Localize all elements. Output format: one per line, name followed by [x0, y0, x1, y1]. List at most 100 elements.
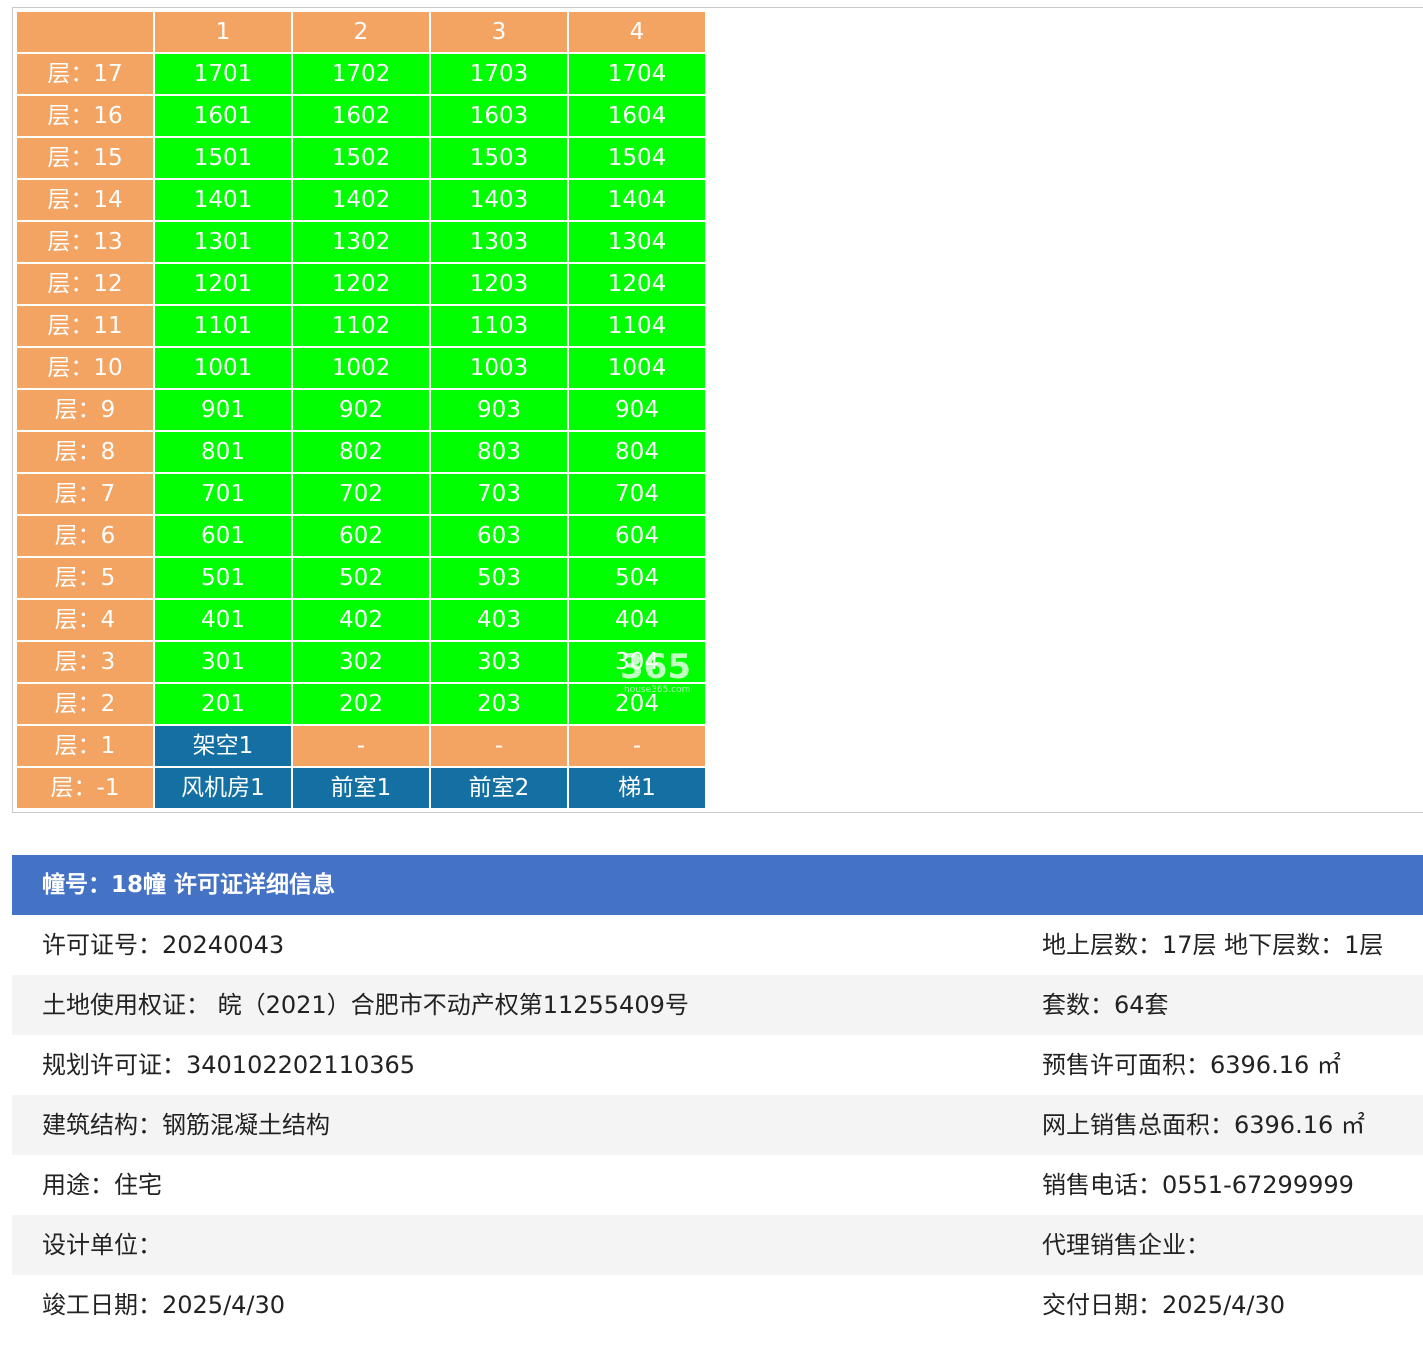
info-row: 许可证号：20240043 地上层数：17层 地下层数：1层	[12, 915, 1423, 975]
info-left-field: 竣工日期：2025/4/30	[42, 1291, 286, 1319]
unit-cell[interactable]: 303	[431, 642, 567, 682]
unit-cell[interactable]: 1703	[431, 54, 567, 94]
unit-cell[interactable]: 1103	[431, 306, 567, 346]
unit-cell[interactable]: 504	[569, 558, 705, 598]
unit-cell[interactable]: 1302	[293, 222, 429, 262]
unit-cell[interactable]: 1402	[293, 180, 429, 220]
unit-cell[interactable]: 402	[293, 600, 429, 640]
unit-cell[interactable]: 1602	[293, 96, 429, 136]
unit-cell[interactable]: 304	[569, 642, 705, 682]
unit-cell[interactable]: 1603	[431, 96, 567, 136]
unit-cell[interactable]: 1104	[569, 306, 705, 346]
empty-cell: -	[431, 726, 567, 766]
floor-row: 层：-1 风机房1 前室1 前室2 梯1	[17, 768, 705, 808]
info-row: 规划许可证：340102202110365 预售许可面积：6396.16 ㎡	[12, 1035, 1423, 1095]
unit-cell[interactable]: 203	[431, 684, 567, 724]
unit-cell[interactable]: 501	[155, 558, 291, 598]
unit-cell[interactable]: 803	[431, 432, 567, 472]
floor-row: 层：4 401 402 403 404	[17, 600, 705, 640]
floor-label: 层：16	[17, 96, 153, 136]
unit-cell[interactable]: 1101	[155, 306, 291, 346]
unit-cell[interactable]: 401	[155, 600, 291, 640]
floor-label: 层：13	[17, 222, 153, 262]
floor-row: 层：3 301 302 303 304	[17, 642, 705, 682]
unit-cell[interactable]: 702	[293, 474, 429, 514]
unit-cell[interactable]: 901	[155, 390, 291, 430]
unit-cell[interactable]: 1503	[431, 138, 567, 178]
unit-cell[interactable]: 1601	[155, 96, 291, 136]
column-header: 3	[431, 12, 567, 52]
unit-cell[interactable]: 1203	[431, 264, 567, 304]
unit-cell[interactable]: 1401	[155, 180, 291, 220]
unit-cell[interactable]: 1001	[155, 348, 291, 388]
unit-cell[interactable]: 1303	[431, 222, 567, 262]
empty-cell: -	[293, 726, 429, 766]
unit-cell[interactable]: 302	[293, 642, 429, 682]
unit-cell[interactable]: 904	[569, 390, 705, 430]
info-left-field: 土地使用权证： 皖（2021）合肥市不动产权第11255409号	[42, 991, 689, 1019]
info-row: 建筑结构：钢筋混凝土结构 网上销售总面积：6396.16 ㎡	[12, 1095, 1423, 1155]
unit-cell[interactable]: 1204	[569, 264, 705, 304]
unit-cell[interactable]: 703	[431, 474, 567, 514]
unit-cell[interactable]: 1404	[569, 180, 705, 220]
unit-cell[interactable]: 1701	[155, 54, 291, 94]
unit-cell[interactable]: 301	[155, 642, 291, 682]
unit-cell[interactable]: 601	[155, 516, 291, 556]
unit-cell[interactable]: 902	[293, 390, 429, 430]
info-row: 竣工日期：2025/4/30 交付日期：2025/4/30	[12, 1275, 1423, 1335]
unit-cell[interactable]: 201	[155, 684, 291, 724]
unit-cell[interactable]: 1002	[293, 348, 429, 388]
unit-cell[interactable]: 1504	[569, 138, 705, 178]
empty-cell: -	[569, 726, 705, 766]
unit-cell[interactable]: 503	[431, 558, 567, 598]
floor-row: 层：6 601 602 603 604	[17, 516, 705, 556]
facility-cell[interactable]: 架空1	[155, 726, 291, 766]
unit-cell[interactable]: 202	[293, 684, 429, 724]
floor-label: 层：7	[17, 474, 153, 514]
floor-row: 层：16 1601 1602 1603 1604	[17, 96, 705, 136]
info-right-field: 网上销售总面积：6396.16 ㎡	[1042, 1111, 1365, 1139]
unit-cell[interactable]: 403	[431, 600, 567, 640]
column-header: 4	[569, 12, 705, 52]
floor-row: 层：8 801 802 803 804	[17, 432, 705, 472]
unit-cell[interactable]: 1403	[431, 180, 567, 220]
permit-info-list: 许可证号：20240043 地上层数：17层 地下层数：1层土地使用权证： 皖（2…	[12, 915, 1423, 1335]
unit-cell[interactable]: 404	[569, 600, 705, 640]
unit-cell[interactable]: 1301	[155, 222, 291, 262]
unit-cell[interactable]: 1604	[569, 96, 705, 136]
floor-label: 层：6	[17, 516, 153, 556]
unit-cell[interactable]: 1201	[155, 264, 291, 304]
unit-cell[interactable]: 701	[155, 474, 291, 514]
floor-row: 层：14 1401 1402 1403 1404	[17, 180, 705, 220]
unit-cell[interactable]: 704	[569, 474, 705, 514]
facility-cell[interactable]: 梯1	[569, 768, 705, 808]
unit-cell[interactable]: 603	[431, 516, 567, 556]
unit-cell[interactable]: 1704	[569, 54, 705, 94]
facility-cell[interactable]: 前室2	[431, 768, 567, 808]
floor-label: 层：4	[17, 600, 153, 640]
floor-label: 层：8	[17, 432, 153, 472]
unit-cell[interactable]: 604	[569, 516, 705, 556]
facility-cell[interactable]: 前室1	[293, 768, 429, 808]
unit-cell[interactable]: 1702	[293, 54, 429, 94]
unit-cell[interactable]: 903	[431, 390, 567, 430]
unit-cell[interactable]: 1502	[293, 138, 429, 178]
unit-cell[interactable]: 1003	[431, 348, 567, 388]
floor-row: 层：13 1301 1302 1303 1304	[17, 222, 705, 262]
unit-cell[interactable]: 502	[293, 558, 429, 598]
unit-cell[interactable]: 802	[293, 432, 429, 472]
unit-cell[interactable]: 204	[569, 684, 705, 724]
info-row: 用途：住宅 销售电话：0551-67299999	[12, 1155, 1423, 1215]
floor-label: 层：-1	[17, 768, 153, 808]
unit-cell[interactable]: 1004	[569, 348, 705, 388]
unit-cell[interactable]: 804	[569, 432, 705, 472]
unit-cell[interactable]: 1304	[569, 222, 705, 262]
unit-cell[interactable]: 1102	[293, 306, 429, 346]
unit-cell[interactable]: 1202	[293, 264, 429, 304]
unit-cell[interactable]: 1501	[155, 138, 291, 178]
unit-cell[interactable]: 602	[293, 516, 429, 556]
unit-cell[interactable]: 801	[155, 432, 291, 472]
facility-cell[interactable]: 风机房1	[155, 768, 291, 808]
info-left-field: 许可证号：20240043	[42, 931, 285, 959]
floor-label: 层：2	[17, 684, 153, 724]
